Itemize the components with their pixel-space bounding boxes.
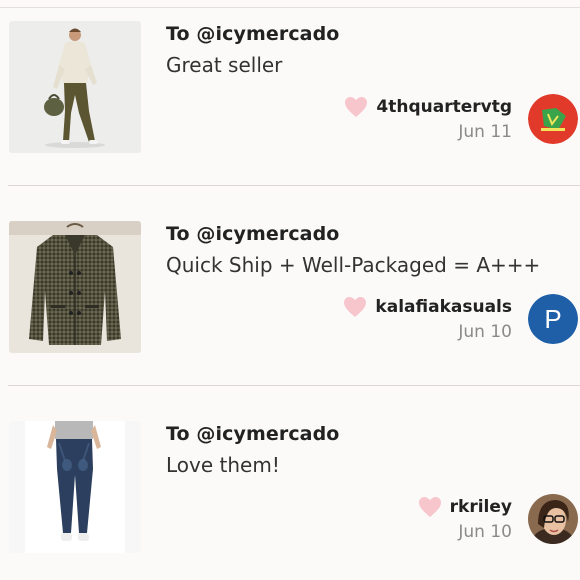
review-comment: Quick Ship + Well-Packaged = A+++ — [166, 253, 541, 277]
product-thumbnail[interactable] — [9, 421, 141, 553]
avatar-letter: P — [528, 294, 578, 344]
review-recipient: To @icymercado — [166, 23, 340, 45]
reviewer-line: kalafiakasuals — [343, 295, 512, 319]
review-recipient: To @icymercado — [166, 423, 340, 445]
review-divider — [8, 385, 580, 386]
reviewer-username[interactable]: kalafiakasuals — [375, 297, 512, 317]
heart-icon[interactable] — [343, 296, 367, 318]
review-card: To @icymercado Great seller 4thquartervt… — [0, 10, 580, 190]
product-image-jeans — [9, 421, 141, 553]
review-comment: Love them! — [166, 453, 280, 477]
reviewer-username[interactable]: rkriley — [450, 497, 512, 517]
review-card: To @icymercado Quick Ship + Well-Package… — [0, 210, 580, 390]
reviewer-line: rkriley — [418, 495, 512, 519]
review-divider — [8, 185, 580, 186]
heart-icon[interactable] — [344, 96, 368, 118]
review-date: Jun 10 — [458, 322, 512, 342]
review-date: Jun 10 — [458, 522, 512, 542]
top-divider — [0, 0, 580, 8]
avatar-photo-image — [528, 494, 578, 544]
review-recipient: To @icymercado — [166, 223, 340, 245]
product-image-jacket — [9, 221, 141, 353]
reviewer-line: 4thquartervtg — [344, 95, 512, 119]
reviewer-avatar[interactable]: P — [528, 294, 578, 344]
avatar-logo-image — [528, 94, 578, 144]
review-date: Jun 11 — [458, 122, 512, 142]
review-card: To @icymercado Love them! rkriley Jun 10 — [0, 410, 580, 580]
product-thumbnail[interactable] — [9, 21, 141, 153]
heart-icon[interactable] — [418, 496, 442, 518]
reviewer-avatar[interactable] — [528, 494, 578, 544]
reviewer-avatar[interactable] — [528, 94, 578, 144]
product-thumbnail[interactable] — [9, 221, 141, 353]
reviewer-username[interactable]: 4thquartervtg — [376, 97, 512, 117]
review-comment: Great seller — [166, 53, 283, 77]
product-image-man — [9, 21, 141, 153]
